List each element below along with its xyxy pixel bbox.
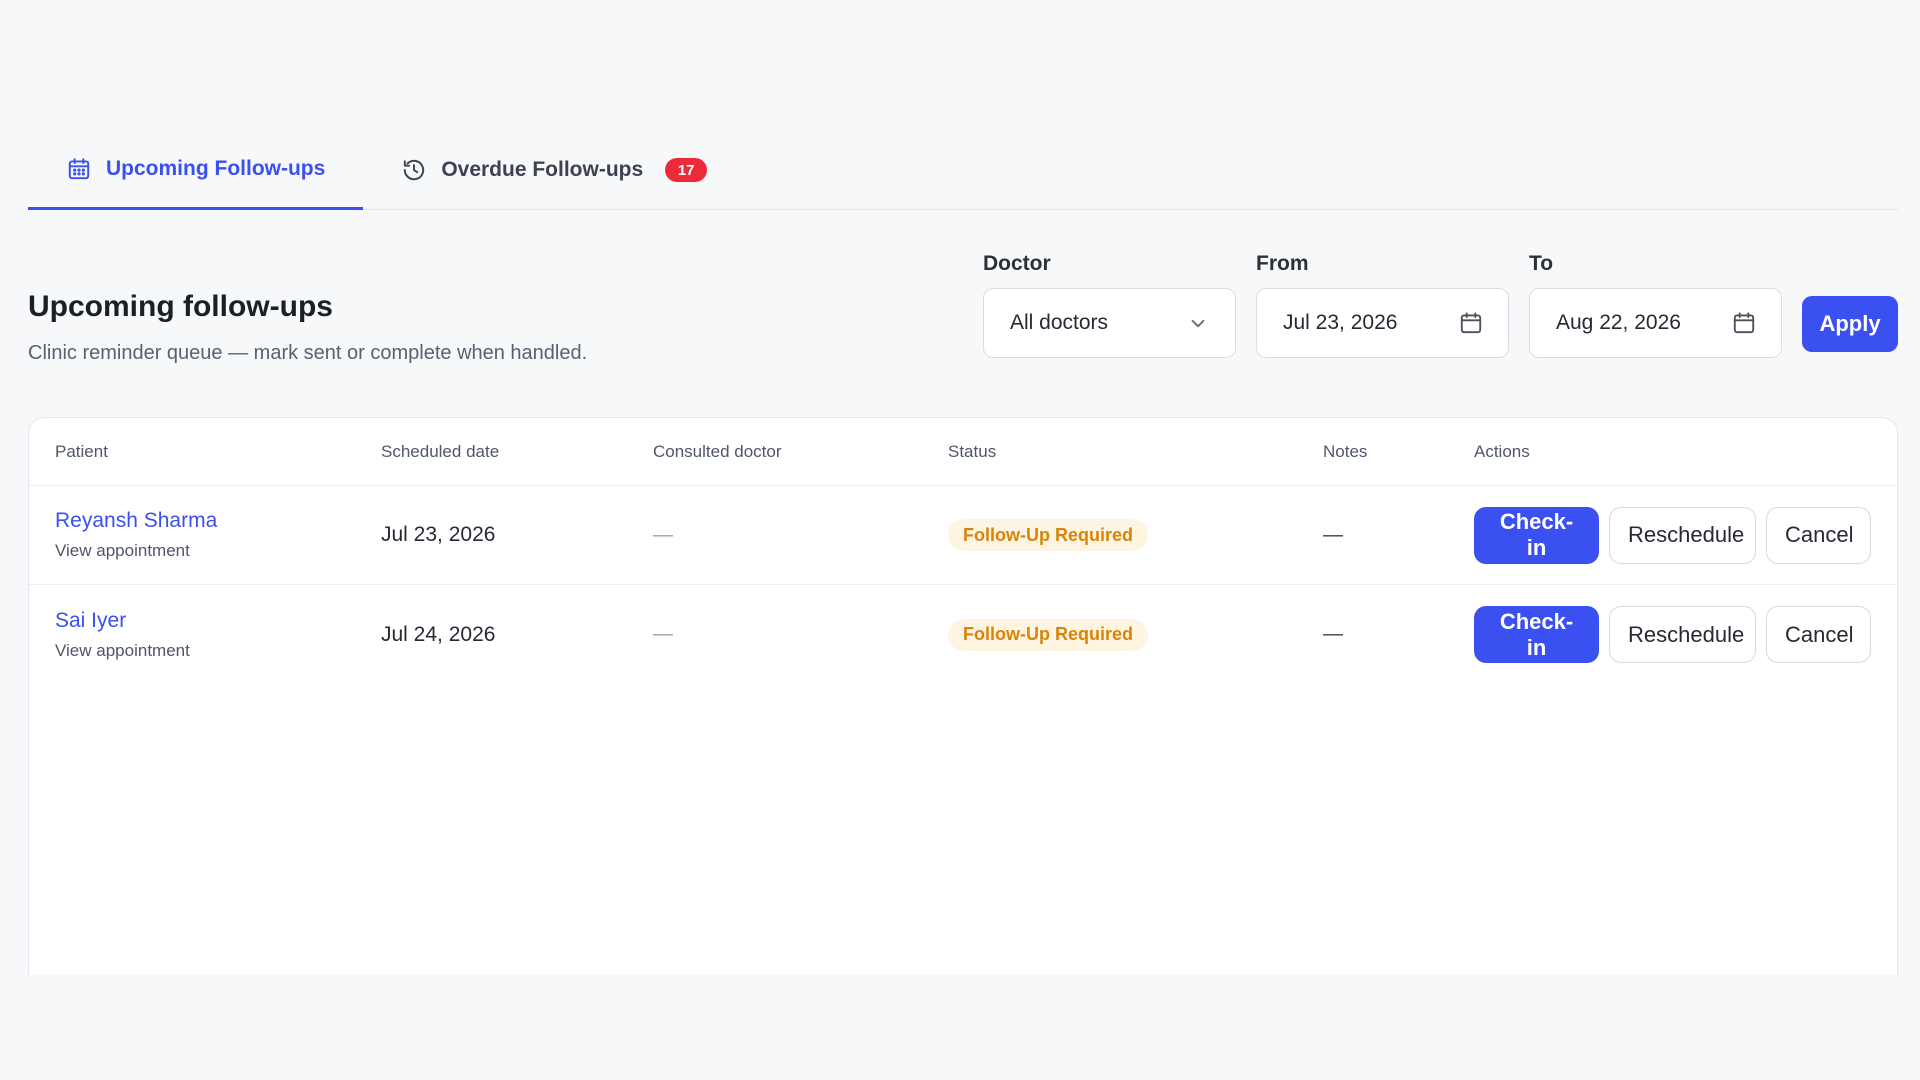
table-header: Patient Scheduled date Consulted doctor … <box>29 418 1897 486</box>
table-row: Sai Iyer View appointment Jul 24, 2026 —… <box>29 585 1897 684</box>
patient-name-link[interactable]: Sai Iyer <box>55 609 381 633</box>
column-header-consulted-doctor: Consulted doctor <box>653 441 782 461</box>
column-header-patient: Patient <box>55 441 108 461</box>
consulted-doctor: — <box>653 523 673 546</box>
patient-cell: Sai Iyer View appointment <box>55 609 381 661</box>
to-date-label: To <box>1529 252 1554 275</box>
from-date-input[interactable]: Jul 23, 2026 <box>1256 288 1509 358</box>
to-date-value: Aug 22, 2026 <box>1556 311 1681 334</box>
calendar-icon <box>66 156 92 182</box>
from-date-value: Jul 23, 2026 <box>1283 311 1398 334</box>
column-header-actions: Actions <box>1474 441 1530 461</box>
doctor-filter: Doctor All doctors <box>983 252 1236 358</box>
from-date-label: From <box>1256 252 1309 275</box>
page-subtitle: Clinic reminder queue — mark sent or com… <box>28 342 588 364</box>
column-header-scheduled-date: Scheduled date <box>381 441 500 461</box>
calendar-icon[interactable] <box>1731 310 1757 336</box>
doctor-select-value: All doctors <box>1010 311 1109 334</box>
table-row: Reyansh Sharma View appointment Jul 23, … <box>29 486 1897 585</box>
title-block: Upcoming follow-ups Clinic reminder queu… <box>28 252 587 365</box>
check-in-button[interactable]: Check-in <box>1474 606 1599 663</box>
page-title: Upcoming follow-ups <box>28 290 333 323</box>
apply-button[interactable]: Apply <box>1802 296 1898 352</box>
tab-upcoming-follow-ups[interactable]: Upcoming Follow-ups <box>28 130 364 210</box>
to-date-filter: To Aug 22, 2026 <box>1529 252 1782 358</box>
view-appointment-link[interactable]: View appointment <box>55 641 381 661</box>
tab-overdue-follow-ups[interactable]: Overdue Follow-ups 17 <box>363 130 745 210</box>
consulted-doctor: — <box>653 623 673 645</box>
filter-bar: Doctor All doctors From Jul 23, 2026 To … <box>983 252 1898 358</box>
notes: — <box>1323 623 1343 645</box>
view-appointment-link[interactable]: View appointment <box>55 541 381 561</box>
to-date-input[interactable]: Aug 22, 2026 <box>1529 288 1782 358</box>
reschedule-button[interactable]: Reschedule <box>1609 606 1756 663</box>
follow-ups-page: Upcoming Follow-ups Overdue Follow-ups 1… <box>28 130 1898 975</box>
cancel-button[interactable]: Cancel <box>1766 506 1871 564</box>
tab-label: Overdue Follow-ups <box>441 158 644 181</box>
status-badge: Follow-Up Required <box>948 618 1148 651</box>
notes: — <box>1323 523 1343 546</box>
row-actions: Check-in Reschedule Cancel <box>1474 506 1897 564</box>
chevron-down-icon <box>1185 310 1211 336</box>
patient-cell: Reyansh Sharma View appointment <box>55 509 381 561</box>
status-cell: Follow-Up Required <box>948 519 1323 551</box>
history-icon <box>401 157 427 183</box>
header-row: Upcoming follow-ups Clinic reminder queu… <box>28 252 1898 402</box>
overdue-count-badge: 17 <box>665 158 708 182</box>
column-header-notes: Notes <box>1323 441 1368 461</box>
cancel-button[interactable]: Cancel <box>1766 606 1871 663</box>
status-badge: Follow-Up Required <box>948 519 1148 551</box>
status-cell: Follow-Up Required <box>948 618 1323 651</box>
doctor-filter-label: Doctor <box>983 252 1051 275</box>
from-date-filter: From Jul 23, 2026 <box>1256 252 1509 358</box>
reschedule-button[interactable]: Reschedule <box>1609 506 1756 564</box>
calendar-icon[interactable] <box>1458 310 1484 336</box>
patient-name-link[interactable]: Reyansh Sharma <box>55 509 381 533</box>
doctor-select[interactable]: All doctors <box>983 288 1236 358</box>
scheduled-date: Jul 23, 2026 <box>381 523 496 546</box>
row-actions: Check-in Reschedule Cancel <box>1474 606 1897 663</box>
tab-bar: Upcoming Follow-ups Overdue Follow-ups 1… <box>28 130 1898 210</box>
check-in-button[interactable]: Check-in <box>1474 506 1599 564</box>
scheduled-date: Jul 24, 2026 <box>381 622 496 646</box>
tab-label: Upcoming Follow-ups <box>106 156 326 180</box>
follow-ups-table: Patient Scheduled date Consulted doctor … <box>28 417 1898 975</box>
column-header-status: Status <box>948 441 997 461</box>
